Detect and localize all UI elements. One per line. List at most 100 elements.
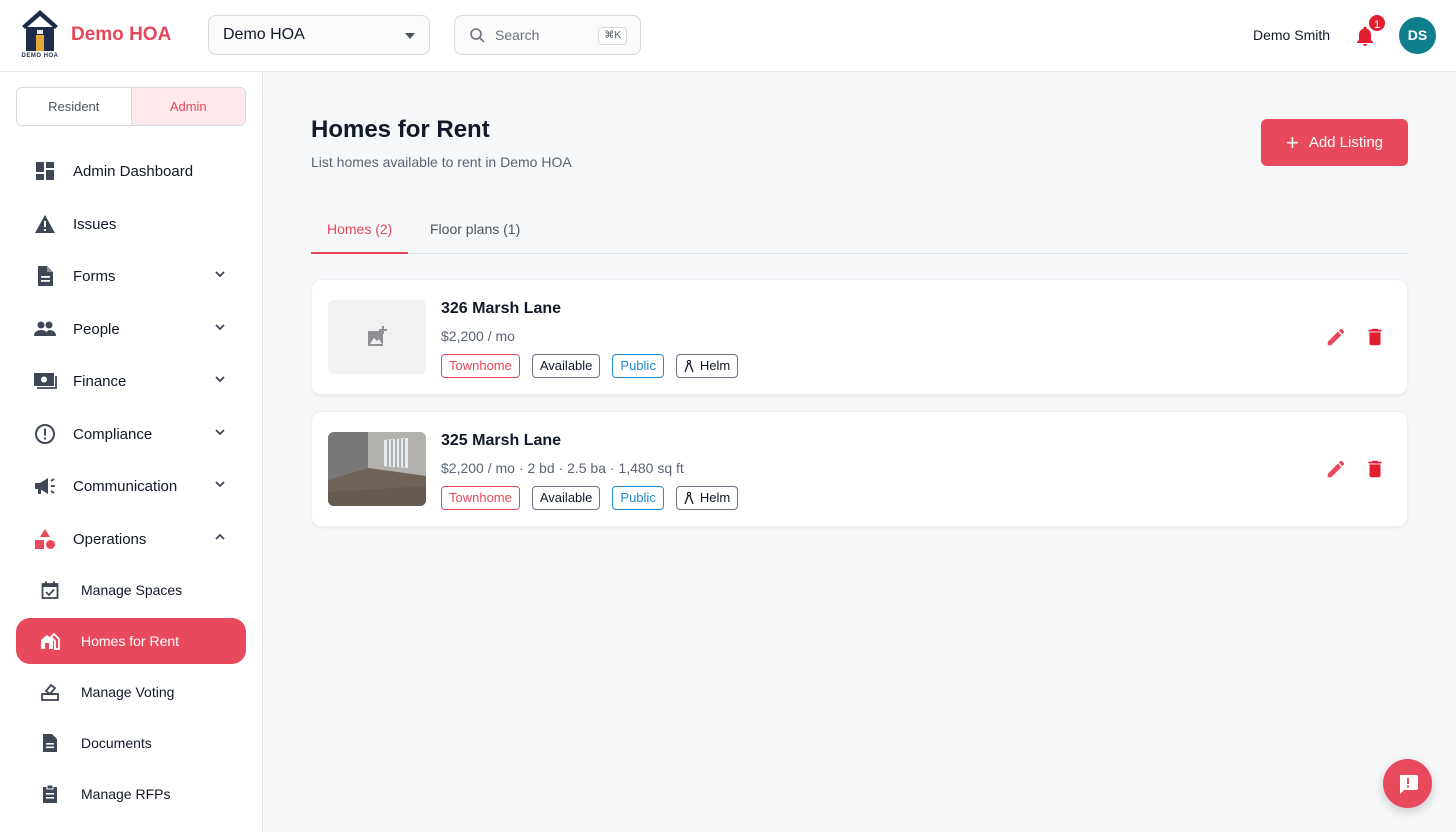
tag-public: Public: [612, 486, 664, 510]
sidebar-item-label: Operations: [73, 530, 147, 548]
logo-text: DEMO HOA: [21, 53, 59, 59]
listing-details: $2,200 / mo · 2 bd · 2.5 ba · 1,480 sq f…: [441, 460, 684, 476]
tag-available: Available: [531, 486, 601, 510]
add-listing-label: Add Listing: [1308, 134, 1384, 151]
sidebar-item-label: People: [73, 320, 120, 338]
listing-card[interactable]: 326 Marsh Lane $2,200 / mo Townhome Avai…: [311, 279, 1408, 395]
sidebar-subitem-label: Manage Spaces: [81, 582, 183, 598]
sidebar-subitem-manage-rfps[interactable]: Manage RFPs: [16, 771, 246, 817]
tag-public: Public: [612, 354, 664, 378]
tag-helm-label: Helm: [699, 490, 731, 505]
sidebar-subitem-manage-voting[interactable]: Manage Voting: [16, 669, 246, 715]
tab-bar: Homes (2) Floor plans (1): [311, 205, 1408, 254]
compass-icon: [684, 359, 694, 372]
brand-name[interactable]: Demo HOA: [71, 24, 171, 46]
sidebar-subitem-label: Manage RFPs: [81, 786, 171, 802]
tab-homes[interactable]: Homes (2): [311, 205, 409, 254]
role-resident-button[interactable]: Resident: [17, 88, 131, 125]
megaphone-icon: [33, 474, 57, 498]
add-listing-button[interactable]: + Add Listing: [1261, 119, 1408, 166]
tag-townhome: Townhome: [441, 486, 520, 510]
shapes-icon: [33, 527, 57, 551]
chevron-down-icon: [215, 271, 225, 278]
edit-icon[interactable]: [1325, 458, 1347, 480]
sidebar-item-label: Admin Dashboard: [73, 162, 194, 180]
warning-icon: [33, 212, 57, 236]
listing-photo-placeholder: [328, 300, 426, 374]
sidebar-item-admin-dashboard[interactable]: Admin Dashboard: [16, 148, 246, 194]
sidebar-subitem-label: Homes for Rent: [81, 633, 180, 649]
calendar-check-icon: [40, 580, 60, 600]
delete-icon[interactable]: [1364, 326, 1386, 348]
tag-helm: Helm: [675, 354, 739, 378]
sidebar-item-communication[interactable]: Communication: [16, 463, 246, 509]
room-photo-image: [328, 432, 426, 506]
search-input[interactable]: Search ⌘K: [454, 15, 641, 55]
sidebar-item-label: Issues: [73, 215, 117, 233]
sidebar-item-compliance[interactable]: Compliance: [16, 411, 246, 457]
sidebar-item-people[interactable]: People: [16, 306, 246, 352]
sidebar-item-finance[interactable]: Finance: [16, 358, 246, 404]
edit-icon[interactable]: [1325, 326, 1347, 348]
chevron-down-icon: [215, 481, 225, 488]
hoa-select-value: Demo HOA: [223, 26, 305, 43]
sidebar-item-forms[interactable]: Forms: [16, 253, 246, 299]
search-icon: [470, 28, 485, 43]
homes-icon: [40, 631, 60, 651]
sidebar: Resident Admin Admin Dashboard Issues Fo…: [0, 72, 263, 832]
hoa-select[interactable]: Demo HOA: [208, 15, 430, 55]
role-toggle: Resident Admin: [16, 87, 246, 126]
tag-helm: Helm: [675, 486, 739, 510]
chevron-down-icon: [215, 376, 225, 383]
alert-circle-icon: [33, 422, 57, 446]
tag-helm-label: Helm: [699, 358, 731, 373]
dashboard-icon: [33, 159, 57, 183]
compass-icon: [684, 491, 694, 504]
notification-badge: 1: [1367, 13, 1387, 33]
plus-icon: +: [1285, 129, 1299, 155]
sidebar-subitem-manage-spaces[interactable]: Manage Spaces: [16, 567, 246, 613]
sidebar-subitem-label: Documents: [81, 735, 152, 751]
tab-floor-plans[interactable]: Floor plans (1): [414, 205, 536, 253]
chevron-down-icon: [215, 324, 225, 331]
add-photo-icon: [368, 326, 387, 346]
sidebar-item-label: Communication: [73, 477, 178, 495]
search-shortcut: ⌘K: [598, 27, 627, 45]
clipboard-icon: [40, 784, 60, 804]
sidebar-item-label: Compliance: [73, 425, 153, 443]
document-icon: [33, 264, 57, 288]
sidebar-item-label: Forms: [73, 267, 116, 285]
page-subtitle: List homes available to rent in Demo HOA: [311, 154, 572, 170]
role-admin-button[interactable]: Admin: [130, 88, 245, 125]
sidebar-item-issues[interactable]: Issues: [16, 201, 246, 247]
people-icon: [33, 317, 57, 341]
listing-title[interactable]: 326 Marsh Lane: [441, 300, 561, 318]
listing-card[interactable]: 325 Marsh Lane $2,200 / mo · 2 bd · 2.5 …: [311, 411, 1408, 527]
delete-icon[interactable]: [1364, 458, 1386, 480]
listing-tags: Townhome Available Public Helm: [441, 486, 739, 510]
page-title: Homes for Rent: [311, 116, 490, 143]
file-icon: [40, 733, 60, 753]
search-placeholder: Search: [495, 27, 540, 43]
money-icon: [33, 369, 57, 393]
feedback-icon: [1399, 774, 1418, 794]
listing-details: $2,200 / mo: [441, 328, 515, 344]
chevron-up-icon: [215, 533, 225, 540]
sidebar-subitem-homes-for-rent[interactable]: Homes for Rent: [16, 618, 246, 664]
user-name[interactable]: Demo Smith: [1253, 27, 1330, 43]
ballot-icon: [40, 682, 60, 702]
listing-photo: [328, 432, 426, 506]
listing-title[interactable]: 325 Marsh Lane: [441, 432, 561, 450]
sidebar-item-operations[interactable]: Operations: [16, 516, 246, 562]
feedback-button[interactable]: [1383, 759, 1432, 808]
chevron-down-icon: [215, 429, 225, 436]
sidebar-item-label: Finance: [73, 372, 127, 390]
listing-tags: Townhome Available Public Helm: [441, 354, 739, 378]
caret-down-icon: [405, 33, 415, 39]
tag-available: Available: [531, 354, 601, 378]
top-bar: DEMO HOA Demo HOA Demo HOA Search ⌘K Dem…: [0, 0, 1456, 72]
avatar[interactable]: DS: [1399, 17, 1436, 54]
tag-townhome: Townhome: [441, 354, 520, 378]
sidebar-subitem-label: Manage Voting: [81, 684, 175, 700]
sidebar-subitem-documents[interactable]: Documents: [16, 720, 246, 766]
